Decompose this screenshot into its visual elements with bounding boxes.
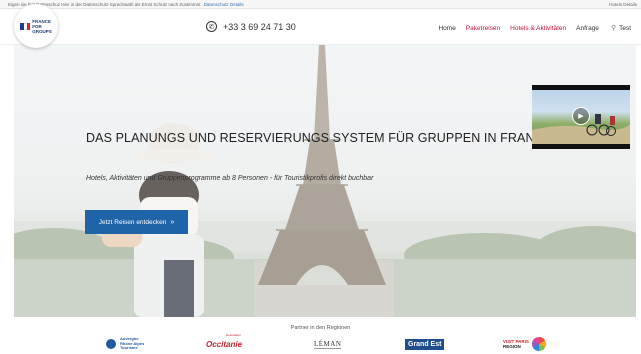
site-header: ✆ +33 3 69 24 71 30 Home Paketreisen Hot… xyxy=(0,9,641,45)
partner-occitanie-logo[interactable]: Destination Occitanie xyxy=(206,333,243,351)
paris-region-logo-text: VISIT PARIS REGION xyxy=(503,339,529,349)
hero-subtitle: Hotels, Aktivitäten und Gruppenprogramme… xyxy=(86,175,374,182)
leman-logo-text: LÉMAN xyxy=(314,339,342,349)
double-chevron-right-icon: » xyxy=(170,218,175,226)
main-nav: Home Paketreisen Hotels & Aktivitäten An… xyxy=(428,24,631,33)
notice-right-link[interactable]: Hotels Details xyxy=(609,0,637,8)
partner-visit-paris-region-logo[interactable]: VISIT PARIS REGION xyxy=(503,337,546,351)
cookie-notice: Eigen sie hiet Datenschuz Hier in der Da… xyxy=(0,0,641,9)
grand-est-logo-text: Grand Est xyxy=(405,338,445,350)
logo-text: FRANCE FOR GROUPS xyxy=(32,18,52,34)
user-icon[interactable]: ⚲ xyxy=(611,24,616,32)
phone-contact[interactable]: ✆ +33 3 69 24 71 30 xyxy=(206,21,296,32)
user-name[interactable]: Test xyxy=(619,25,631,32)
hero-banner: DAS PLANUNGS UND RESERVIERUNGS SYSTEM FÜ… xyxy=(14,45,636,317)
discover-trips-button[interactable]: Jetzt Reisen entdecken » xyxy=(85,210,188,234)
phone-number[interactable]: +33 3 69 24 71 30 xyxy=(223,22,296,32)
nav-anfrage[interactable]: Anfrage xyxy=(576,25,599,32)
nav-home[interactable]: Home xyxy=(438,25,455,32)
phone-icon: ✆ xyxy=(206,21,217,32)
occitanie-logo-text: Occitanie xyxy=(206,339,243,349)
auvergne-logo-text: Auvergne Rhône Alpes Tourisme xyxy=(120,336,145,351)
partner-leman-logo[interactable]: LÉMAN xyxy=(314,337,342,351)
auvergne-logo-icon xyxy=(106,339,116,349)
video-frame: ▶ xyxy=(532,90,630,144)
hero-title: DAS PLANUNGS UND RESERVIERUNGS SYSTEM FÜ… xyxy=(86,131,583,145)
nav-paketreisen[interactable]: Paketreisen xyxy=(466,25,500,32)
occitanie-small-text: Destination xyxy=(226,333,242,337)
partner-auvergne-rhone-alpes-logo[interactable]: Auvergne Rhône Alpes Tourisme xyxy=(106,337,144,351)
partner-grand-est-logo[interactable]: Grand Est xyxy=(405,337,445,351)
paris-region-logo-icon xyxy=(531,337,546,351)
site-logo[interactable]: FRANCE FOR GROUPS xyxy=(14,4,58,48)
cta-label: Jetzt Reisen entdecken xyxy=(98,218,167,226)
flag-icon xyxy=(20,22,31,30)
page: Eigen sie hiet Datenschuz Hier in der Da… xyxy=(0,0,641,354)
video-thumbnail[interactable]: ▶ xyxy=(532,85,630,149)
nav-hotels-aktivitaeten[interactable]: Hotels & Aktivitäten xyxy=(510,25,566,32)
partners-section: Partner in den Regionen Auvergne Rhône A… xyxy=(0,317,641,354)
notice-link[interactable]: Datenschutz Details xyxy=(204,2,244,7)
partners-title: Partner in den Regionen xyxy=(290,325,351,331)
play-icon[interactable]: ▶ xyxy=(572,107,590,125)
